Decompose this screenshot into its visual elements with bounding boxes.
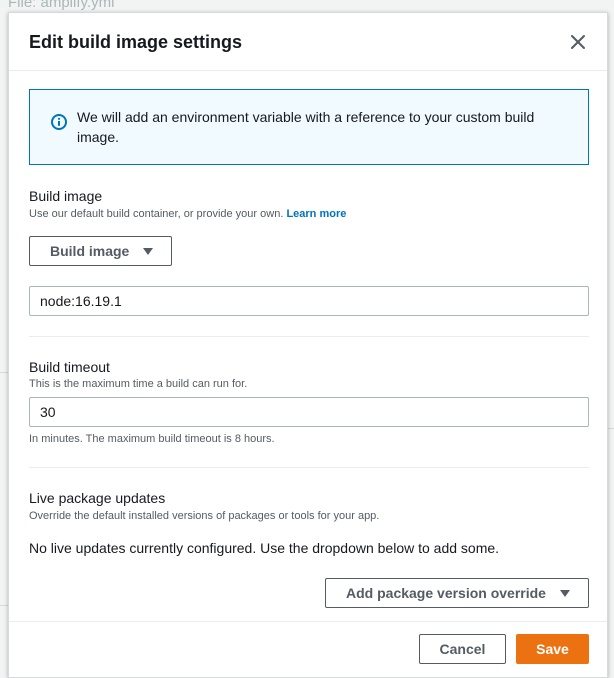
- build-image-description: Use our default build container, or prov…: [29, 208, 346, 220]
- build-timeout-description: This is the maximum time a build can run…: [29, 378, 248, 390]
- build-timeout-input-value: 30: [40, 404, 56, 420]
- modal-footer: Cancel Save: [9, 621, 607, 677]
- build-image-input[interactable]: node:16.19.1: [29, 286, 589, 316]
- background-divider: [0, 605, 8, 606]
- info-alert-text: We will add an environment variable with…: [77, 109, 535, 145]
- live-updates-status: No live updates currently configured. Us…: [29, 540, 500, 556]
- build-image-dropdown[interactable]: Build image: [29, 236, 172, 266]
- edit-build-image-modal: Edit build image settings We will add an…: [8, 12, 608, 678]
- modal-header: Edit build image settings: [9, 13, 607, 71]
- section-divider: [29, 467, 589, 468]
- close-icon[interactable]: [567, 31, 589, 53]
- build-timeout-hint: In minutes. The maximum build timeout is…: [29, 433, 275, 445]
- build-image-label: Build image: [29, 188, 103, 204]
- caret-down-icon: [143, 248, 153, 255]
- background-divider: [608, 428, 614, 429]
- live-updates-label: Live package updates: [29, 490, 166, 506]
- build-image-description-text: Use our default build container, or prov…: [29, 208, 284, 220]
- background-divider: [0, 372, 8, 373]
- cancel-button[interactable]: Cancel: [419, 634, 506, 664]
- live-updates-description: Override the default installed versions …: [29, 510, 380, 522]
- section-divider: [29, 336, 589, 337]
- save-button[interactable]: Save: [516, 634, 589, 664]
- build-timeout-input[interactable]: 30: [29, 397, 589, 427]
- learn-more-link[interactable]: Learn more: [286, 208, 346, 220]
- add-package-version-override-label: Add package version override: [346, 585, 546, 601]
- build-image-input-value: node:16.19.1: [40, 293, 122, 309]
- info-alert: We will add an environment variable with…: [29, 89, 589, 165]
- build-image-dropdown-label: Build image: [50, 243, 130, 259]
- modal-title: Edit build image settings: [29, 32, 243, 52]
- caret-down-icon: [560, 590, 570, 597]
- info-icon: [51, 114, 67, 130]
- add-package-version-override-button[interactable]: Add package version override: [325, 578, 589, 608]
- build-timeout-label: Build timeout: [29, 359, 110, 375]
- background-file-label: File: amplify.yml: [8, 0, 115, 11]
